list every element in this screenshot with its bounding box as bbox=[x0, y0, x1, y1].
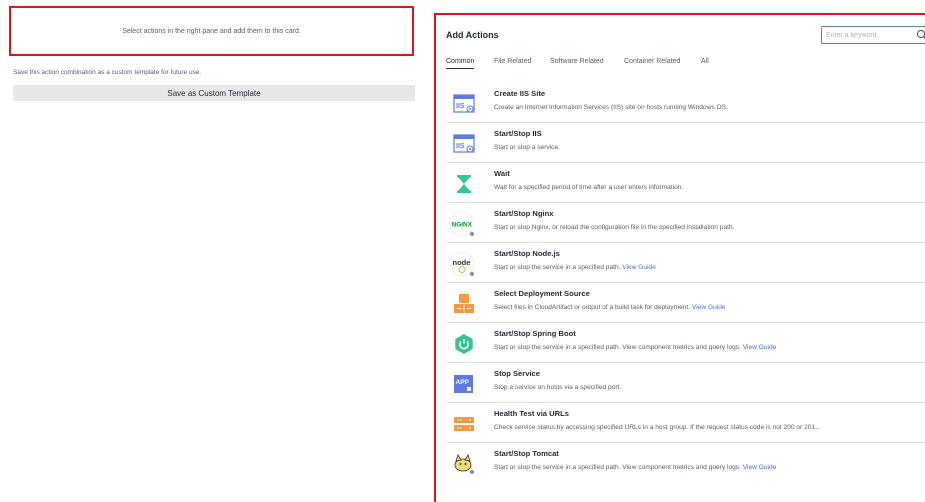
tab-software-related[interactable]: Software Related bbox=[550, 58, 604, 65]
tab-file-related[interactable]: File Related bbox=[494, 58, 531, 65]
action-description: Start or stop the service in a specified… bbox=[494, 464, 777, 471]
action-title: Create IIS Site bbox=[494, 89, 546, 98]
action-description: Stop a service on hosts via a specified … bbox=[494, 384, 622, 391]
action-description: Check service status by accessing specif… bbox=[494, 424, 821, 431]
action-item-stop-service[interactable]: APP Stop Service Stop a service on hosts… bbox=[446, 363, 925, 403]
panel-title: Add Actions bbox=[446, 30, 499, 40]
nodejs-icon: node bbox=[449, 251, 475, 277]
add-actions-panel: Add Actions Common File Related Software… bbox=[434, 13, 925, 502]
action-description: Create an Internet Information Services … bbox=[494, 104, 728, 111]
action-item-create-iis-site[interactable]: IIS Create IIS Site Create an Internet I… bbox=[446, 83, 925, 123]
action-item-start-stop-iis[interactable]: IIS Start/Stop IIS Start or stop a servi… bbox=[446, 123, 925, 163]
search-icon[interactable] bbox=[916, 29, 925, 41]
action-item-start-stop-tomcat[interactable]: Start/Stop Tomcat Start or stop the serv… bbox=[446, 443, 925, 483]
nginx-icon: NGINX bbox=[449, 211, 475, 237]
tab-container-related[interactable]: Container Related bbox=[624, 58, 680, 65]
search-input[interactable] bbox=[826, 29, 906, 41]
action-drop-card[interactable]: Select actions in the right pane and add… bbox=[9, 6, 414, 56]
action-description: Start or stop the service in a specified… bbox=[494, 344, 777, 351]
health-test-icon bbox=[454, 417, 474, 431]
action-title: Wait bbox=[494, 169, 510, 178]
card-placeholder-text: Select actions in the right pane and add… bbox=[122, 27, 301, 35]
action-item-start-stop-nodejs[interactable]: node Start/Stop Node.js Start or stop th… bbox=[446, 243, 925, 283]
iis-icon: IIS bbox=[453, 94, 475, 113]
svg-text:NGINX: NGINX bbox=[452, 222, 473, 229]
action-item-wait[interactable]: Wait Wait for a specified period of time… bbox=[446, 163, 925, 203]
action-description: Start or stop a service. bbox=[494, 144, 560, 151]
hourglass-icon bbox=[457, 175, 471, 193]
search-box bbox=[821, 26, 925, 44]
deployment-source-icon bbox=[454, 294, 474, 313]
app-icon: APP bbox=[454, 375, 473, 393]
action-title: Start/Stop Tomcat bbox=[494, 449, 559, 458]
template-hint: Save this action combination as a custom… bbox=[13, 69, 202, 76]
tab-common[interactable]: Common bbox=[446, 58, 475, 69]
action-description: Start or stop Nginx, or reload the confi… bbox=[494, 224, 735, 231]
action-title: Start/Stop Nginx bbox=[494, 209, 554, 218]
tab-all[interactable]: All bbox=[701, 58, 709, 65]
action-title: Start/Stop Spring Boot bbox=[494, 329, 576, 338]
action-title: Health Test via URLs bbox=[494, 409, 569, 418]
iis-icon: IIS bbox=[453, 134, 475, 153]
svg-text:IIS: IIS bbox=[456, 103, 465, 110]
action-title: Start/Stop IIS bbox=[494, 129, 542, 138]
action-item-select-deployment-source[interactable]: Select Deployment Source Select files in… bbox=[446, 283, 925, 323]
action-item-health-test-via-urls[interactable]: Health Test via URLs Check service statu… bbox=[446, 403, 925, 443]
view-guide-link[interactable]: View Guide bbox=[743, 344, 777, 351]
view-guide-link[interactable]: View Guide bbox=[692, 304, 726, 311]
view-guide-link[interactable]: View Guide bbox=[743, 464, 777, 471]
spring-boot-icon bbox=[455, 334, 473, 354]
svg-text:IIS: IIS bbox=[456, 143, 465, 150]
svg-text:node: node bbox=[453, 258, 471, 267]
action-item-start-stop-nginx[interactable]: NGINX Start/Stop Nginx Start or stop Ngi… bbox=[446, 203, 925, 243]
action-title: Start/Stop Node.js bbox=[494, 249, 560, 258]
action-item-start-stop-spring-boot[interactable]: Start/Stop Spring Boot Start or stop the… bbox=[446, 323, 925, 363]
action-description: Wait for a specified period of time afte… bbox=[494, 184, 684, 191]
svg-text:APP: APP bbox=[456, 379, 470, 386]
action-description: Select files in CloudArtifact or output … bbox=[494, 304, 726, 311]
save-as-custom-template-button[interactable]: Save as Custom Template bbox=[13, 85, 415, 101]
action-list: IIS Create IIS Site Create an Internet I… bbox=[446, 83, 925, 483]
action-title: Select Deployment Source bbox=[494, 289, 590, 298]
action-title: Stop Service bbox=[494, 369, 541, 378]
left-pane: Select actions in the right pane and add… bbox=[0, 0, 425, 502]
tomcat-icon bbox=[454, 454, 474, 474]
action-description: Start or stop the service in a specified… bbox=[494, 264, 656, 271]
view-guide-link[interactable]: View Guide bbox=[622, 264, 656, 271]
